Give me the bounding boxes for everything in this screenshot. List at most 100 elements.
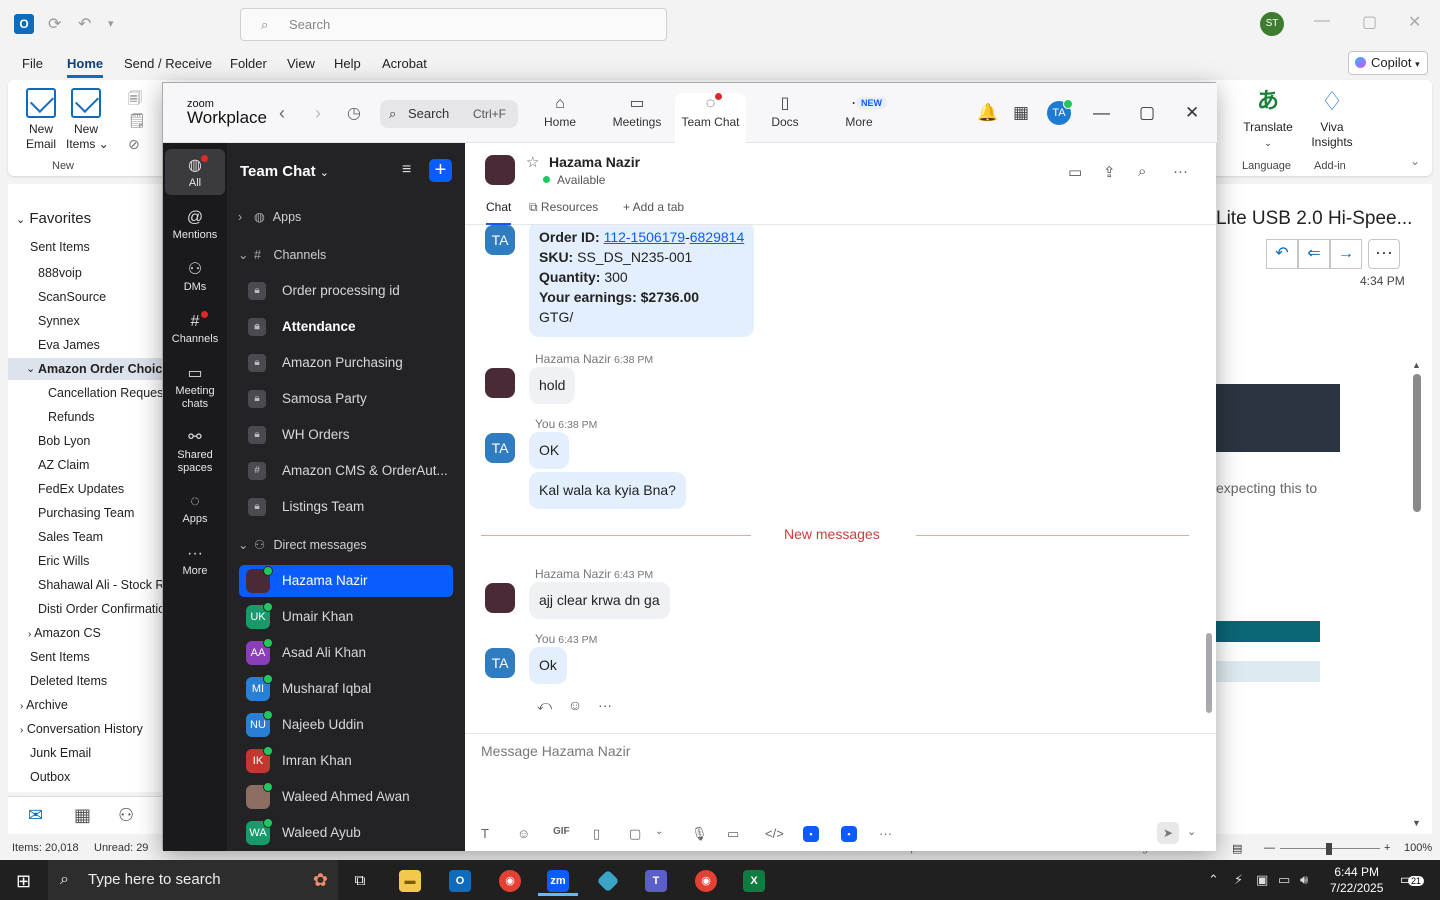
dm-waleed-ayub[interactable]: WA Waleed Ayub <box>239 817 453 849</box>
folder-eva-james[interactable]: Eva James <box>38 338 100 352</box>
order-link-1[interactable]: 112-1506179 <box>604 229 685 245</box>
outlook-search-input[interactable]: ⌕ Search <box>240 8 667 41</box>
folder-disti-order[interactable]: Disti Order Confirmatio <box>38 602 164 616</box>
quick-access-chevron-icon[interactable]: ▾ <box>108 17 114 30</box>
file-explorer-icon[interactable]: ▬ <box>390 866 430 896</box>
menu-folder[interactable]: Folder <box>230 56 267 71</box>
calendar-icon[interactable]: ▦ <box>1013 103 1029 123</box>
section-channels[interactable]: ⌄ # Channels <box>238 247 326 262</box>
app-integration-icon[interactable]: ▪ <box>803 826 819 842</box>
ribbon-collapse-chevron-icon[interactable]: ⌄ <box>1410 154 1420 168</box>
windows-start-icon[interactable]: ⊞ <box>16 871 31 892</box>
channel-amazon-purchasing[interactable]: 🔒︎ Amazon Purchasing <box>239 347 453 379</box>
filter-icon[interactable]: ≡ <box>402 161 411 179</box>
tray-security-icon[interactable]: ▣ <box>1256 872 1268 888</box>
contact-name[interactable]: Hazama Nazir <box>549 154 640 170</box>
text-format-icon[interactable]: T <box>481 826 489 841</box>
message-composer[interactable]: Message Hazama Nazir T ☺ GIF ▯ ▢ ⌄ 🎙︎ ▭ … <box>465 733 1216 851</box>
mail-icon[interactable]: ✉ <box>28 805 43 826</box>
screenshot-icon[interactable]: ▢ <box>629 826 641 842</box>
order-link-2[interactable]: 6829814 <box>690 229 745 245</box>
dm-umair-khan[interactable]: UK Umair Khan <box>239 601 453 633</box>
rail-all[interactable]: ◍ All <box>165 149 225 195</box>
folder-888voip[interactable]: 888voip <box>38 266 82 280</box>
new-items-button[interactable]: New Items ⌄ <box>66 88 109 152</box>
message-scrollbar[interactable] <box>1206 633 1212 713</box>
dm-imran-khan[interactable]: IK Imran Khan <box>239 745 453 777</box>
folder-shahawal-ali[interactable]: Shahawal Ali - Stock Re <box>38 578 164 592</box>
microphone-icon[interactable]: 🎙︎ <box>691 826 708 842</box>
zoom-slider-thumb[interactable] <box>1326 843 1332 855</box>
network-icon[interactable]: ▭ <box>1278 872 1290 888</box>
folder-eric-wills[interactable]: Eric Wills <box>38 554 89 568</box>
favorites-header[interactable]: ⌄ Favorites <box>16 210 91 227</box>
message-bubble[interactable]: Kal wala ka kyia Bna? <box>529 472 686 509</box>
dm-musharaf-iqbal[interactable]: MI Musharaf Iqbal <box>239 673 453 705</box>
new-chat-button[interactable]: + <box>429 159 452 182</box>
more-actions-icon[interactable]: ··· <box>598 697 612 713</box>
taskbar-clock[interactable]: 6:44 PM 7/22/2025 <box>1330 864 1383 896</box>
folder-amazon-order-choice[interactable]: ⌄ Amazon Order Choice <box>8 358 164 380</box>
app-integration-icon-2[interactable]: ▪ <box>841 826 857 842</box>
outlook-close-icon[interactable]: ✕ <box>1408 12 1421 32</box>
forward-button[interactable]: → <box>1330 239 1362 269</box>
menu-file[interactable]: File <box>22 56 43 71</box>
sync-icon[interactable]: ⟳ <box>48 14 61 34</box>
new-email-button[interactable]: New Email <box>22 88 60 152</box>
channel-amazon-cms[interactable]: # Amazon CMS & OrderAut... <box>239 455 453 487</box>
menu-view[interactable]: View <box>287 56 315 71</box>
folder-cancellation-request[interactable]: Cancellation Request <box>48 386 164 400</box>
video-message-icon[interactable]: ▭ <box>727 826 739 842</box>
excel-icon[interactable]: X <box>734 866 774 896</box>
file-icon[interactable]: ▯ <box>593 826 600 842</box>
menu-home[interactable]: Home <box>67 56 104 78</box>
outlook-taskbar-icon[interactable]: O <box>440 866 480 896</box>
calendar-icon[interactable]: ▦ <box>74 805 91 826</box>
message-input[interactable]: Message Hazama Nazir <box>481 743 630 759</box>
search-icon[interactable]: ⌕ <box>1138 163 1146 180</box>
folder-junk-email[interactable]: Junk Email <box>30 746 91 760</box>
folder-sales-team[interactable]: Sales Team <box>38 530 103 544</box>
dm-najeeb-uddin[interactable]: NU Najeeb Uddin <box>239 709 453 741</box>
folder-archive[interactable]: › Archive <box>20 698 68 712</box>
screenshot-chevron-icon[interactable]: ⌄ <box>655 826 663 837</box>
folder-synnex[interactable]: Synnex <box>38 314 80 328</box>
cleanup-icon[interactable]: 🗒 <box>128 112 146 129</box>
zoom-minimize-icon[interactable]: — <box>1093 103 1110 123</box>
ignore-icon[interactable]: 🗐 <box>128 88 142 112</box>
viva-insights-button[interactable]: ♢ Viva Insights <box>1304 86 1360 150</box>
rail-channels[interactable]: # Channels <box>165 311 225 346</box>
reply-all-button[interactable]: ⇐ <box>1298 239 1330 269</box>
message-bubble[interactable]: OK <box>529 432 570 469</box>
outlook-user-avatar[interactable]: ST <box>1260 12 1284 36</box>
order-message[interactable]: Order ID: 112-1506179-6829814 SKU: SS_DS… <box>529 225 755 337</box>
message-bubble[interactable]: Ok <box>529 647 567 684</box>
message-bubble[interactable]: hold <box>529 367 576 404</box>
zoom-taskbar-icon[interactable]: zm <box>538 866 578 896</box>
folder-conversation-history[interactable]: › Conversation History <box>20 722 143 736</box>
notification-center-icon[interactable]: ▭ 21 <box>1400 871 1425 888</box>
translate-button[interactable]: あ Translate ⌄ <box>1238 86 1298 151</box>
rail-meeting-chats[interactable]: ▭ Meeting chats <box>165 363 225 411</box>
zoom-maximize-icon[interactable]: ▢ <box>1139 103 1155 123</box>
email-more-button[interactable]: ··· <box>1368 239 1400 269</box>
tray-chevron-icon[interactable]: ⌃ <box>1208 872 1219 888</box>
channel-attendance[interactable]: 🔒︎ Attendance <box>239 311 453 343</box>
folder-sent-items[interactable]: Sent Items <box>30 650 90 664</box>
folder-deleted-items[interactable]: Deleted Items <box>30 674 107 688</box>
rail-more[interactable]: ··· More <box>165 543 225 578</box>
message-bubble[interactable]: ajj clear krwa dn ga <box>529 582 670 619</box>
dm-asad-ali-khan[interactable]: AA Asad Ali Khan <box>239 637 453 669</box>
section-apps[interactable]: › ◍ Apps <box>238 209 301 224</box>
task-view-icon[interactable]: ⧉ <box>340 866 380 896</box>
notification-bell-icon[interactable]: 🔔 <box>977 103 998 123</box>
folder-fedex-updates[interactable]: FedEx Updates <box>38 482 124 496</box>
send-button[interactable]: ➤ <box>1157 822 1179 844</box>
emoji-icon[interactable]: ☺ <box>517 826 530 841</box>
people-icon[interactable]: ⚇ <box>118 805 134 826</box>
section-direct-messages[interactable]: ⌄ ⚇ Direct messages <box>238 537 367 552</box>
zoom-search-button[interactable]: ⌕ Search Ctrl+F <box>380 100 518 128</box>
chrome-icon[interactable]: ◉ <box>490 866 530 896</box>
undo-icon[interactable]: ↶ <box>78 14 91 34</box>
channel-order-processing[interactable]: 🔒︎ Order processing id <box>239 275 453 307</box>
